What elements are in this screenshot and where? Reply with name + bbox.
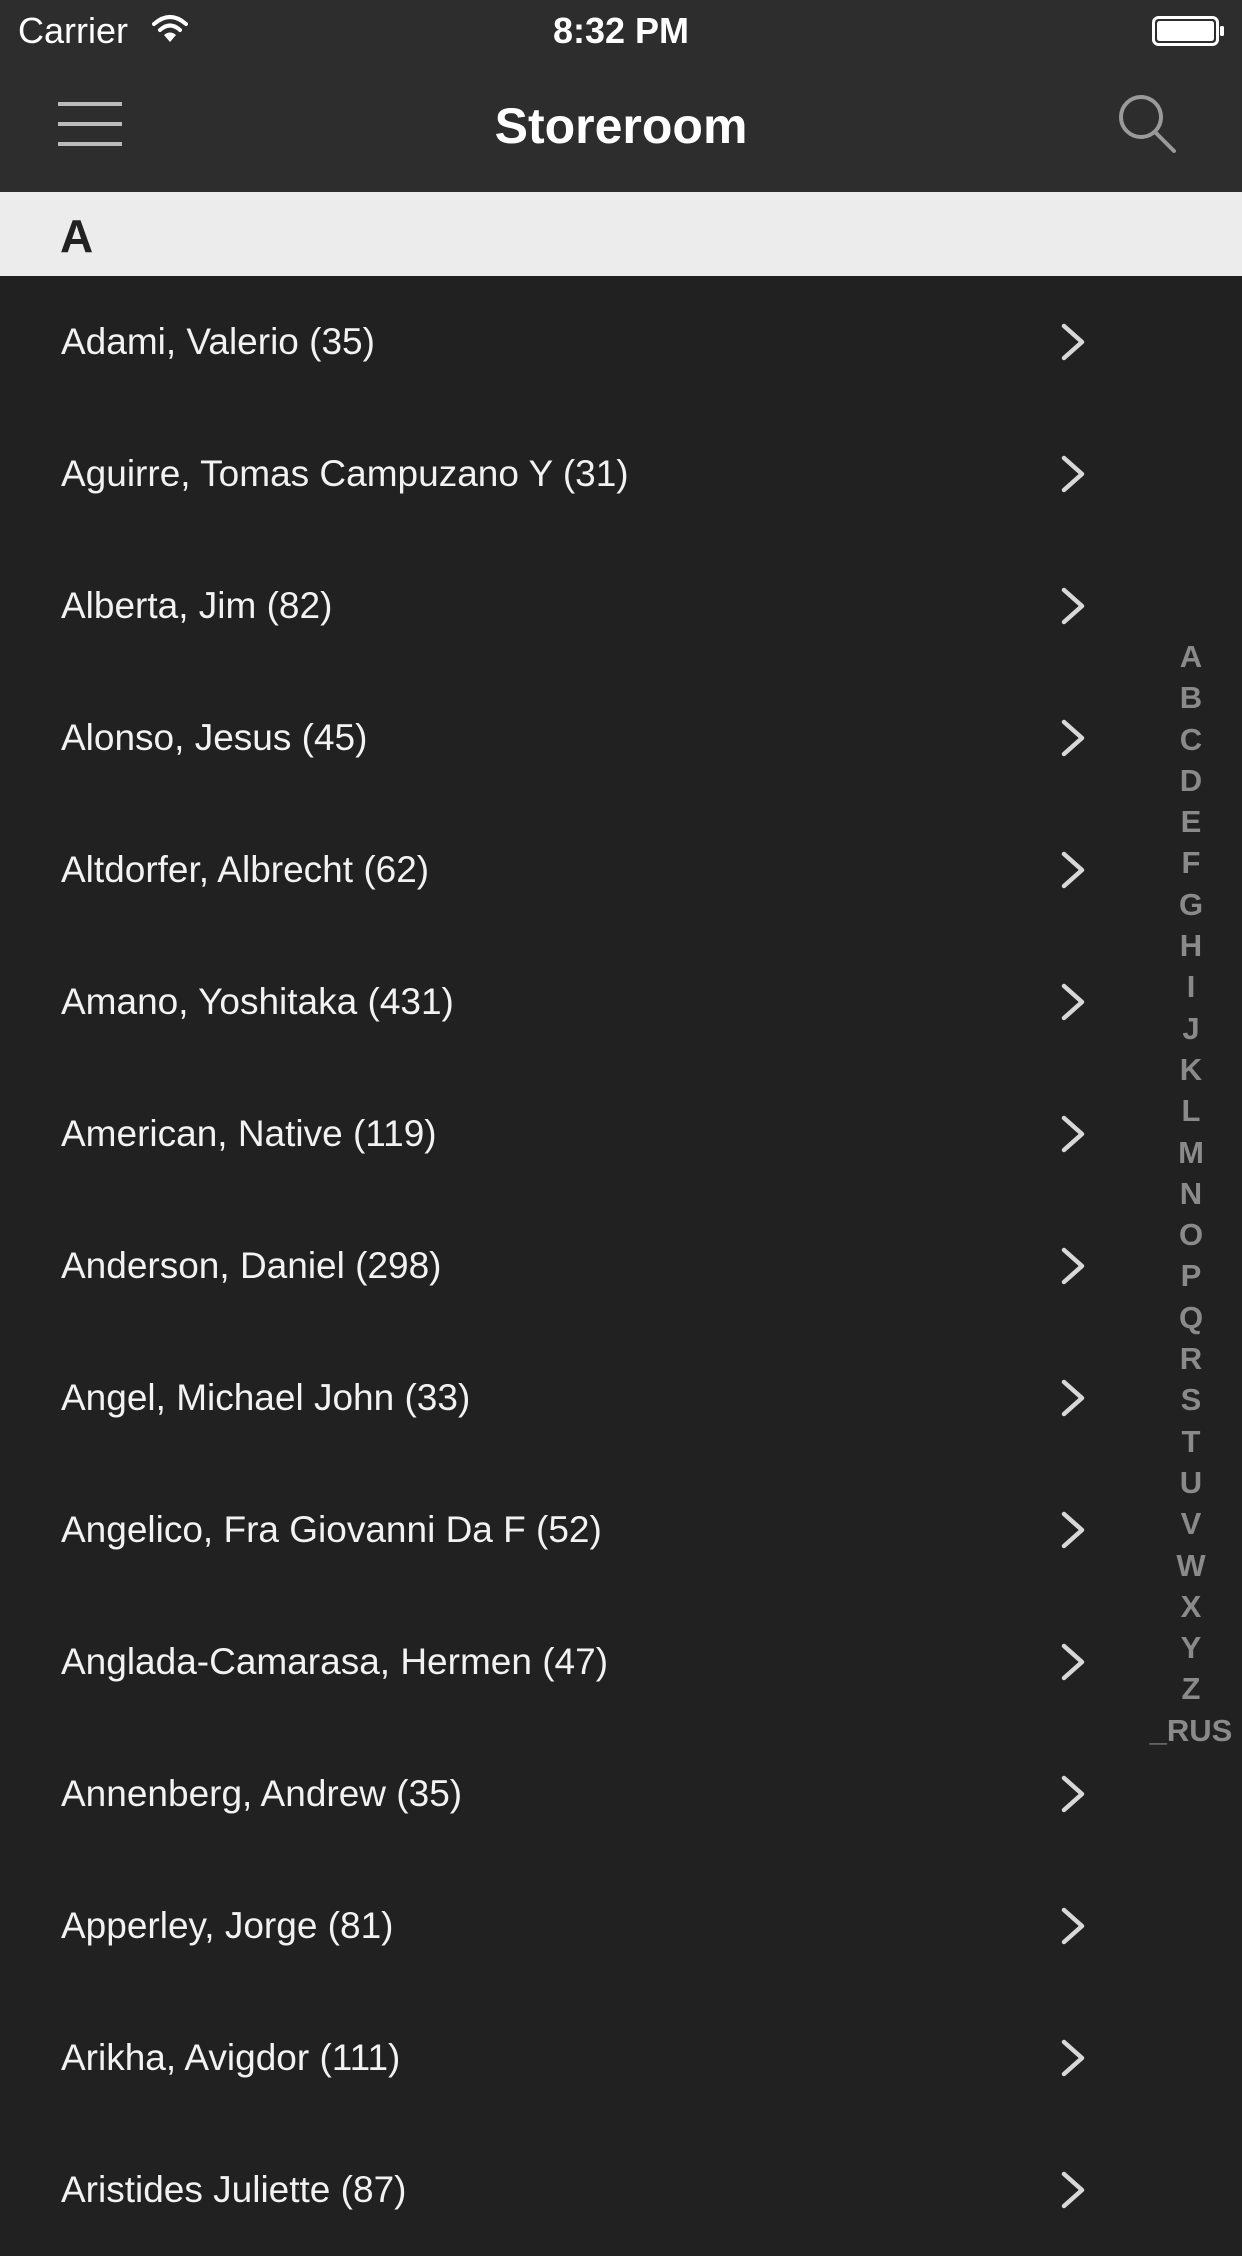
chevron-right-icon [1061,323,1085,361]
index-letter[interactable]: R [1140,1338,1242,1379]
index-letter[interactable]: W [1140,1545,1242,1586]
index-letter[interactable]: Y [1140,1627,1242,1668]
index-letter[interactable]: L [1140,1090,1242,1131]
list-item[interactable]: Alberta, Jim (82) [0,540,1242,672]
list-item[interactable]: Aguirre, Tomas Campuzano Y (31) [0,408,1242,540]
index-letter[interactable]: I [1140,966,1242,1007]
page-title: Storeroom [494,98,748,154]
status-time: 8:32 PM [552,10,690,51]
index-letter[interactable]: D [1140,760,1242,801]
index-letter[interactable]: P [1140,1255,1242,1296]
list-item-label: Annenberg, Andrew (35) [61,1773,463,1814]
index-letter[interactable]: T [1140,1421,1242,1462]
list-item-label: Angelico, Fra Giovanni Da F (52) [61,1509,602,1550]
list-item[interactable]: Anglada-Camarasa, Hermen (47) [0,1596,1242,1728]
chevron-right-icon [1061,983,1085,1021]
chevron-right-icon [1061,1379,1085,1417]
index-letter[interactable]: G [1140,884,1242,925]
list-item-label: Altdorfer, Albrecht (62) [61,849,430,890]
list-item-label: Alonso, Jesus (45) [61,717,368,758]
list-item-label: Arikha, Avigdor (111) [61,2037,401,2078]
list-item[interactable]: American, Native (119) [0,1068,1242,1200]
index-letter[interactable]: B [1140,677,1242,718]
list-item-label: Anglada-Camarasa, Hermen (47) [61,1641,609,1682]
index-letter[interactable]: F [1140,842,1242,883]
chevron-right-icon [1061,2171,1085,2209]
list-item-label: American, Native (119) [61,1113,437,1154]
index-letter[interactable]: X [1140,1586,1242,1627]
list-item-label: Amano, Yoshitaka (431) [61,981,454,1022]
chevron-right-icon [1061,2039,1085,2077]
index-letter[interactable]: H [1140,925,1242,966]
section-index[interactable]: A B C D E F G H I J K L M N O P Q R S T U V W X Y Z _RUS [1140,636,1242,1751]
list-item[interactable]: Amano, Yoshitaka (431) [0,936,1242,1068]
list-item-label: Anderson, Daniel (298) [61,1245,442,1286]
list-item[interactable]: Angelico, Fra Giovanni Da F (52) [0,1464,1242,1596]
list-item[interactable]: Alonso, Jesus (45) [0,672,1242,804]
list-item[interactable]: Annenberg, Andrew (35) [0,1728,1242,1860]
menu-icon[interactable] [58,98,122,150]
chevron-right-icon [1061,851,1085,889]
list-item-label: Alberta, Jim (82) [61,585,333,626]
navigation-bar: Storeroom [0,62,1242,192]
list-item[interactable]: Altdorfer, Albrecht (62) [0,804,1242,936]
list-item-label: Angel, Michael John (33) [61,1377,471,1418]
chevron-right-icon [1061,1907,1085,1945]
list-item[interactable]: Angel, Michael John (33) [0,1332,1242,1464]
chevron-right-icon [1061,719,1085,757]
index-letter[interactable]: C [1140,719,1242,760]
chevron-right-icon [1061,1247,1085,1285]
chevron-right-icon [1061,1643,1085,1681]
battery-icon [1152,16,1224,46]
list-item[interactable]: Apperley, Jorge (81) [0,1860,1242,1992]
index-letter[interactable]: U [1140,1462,1242,1503]
list-item-label: Aristides Juliette (87) [61,2169,407,2210]
index-letter[interactable]: _RUS [1140,1710,1242,1751]
list-item[interactable]: Arikha, Avigdor (111) [0,1992,1242,2124]
index-letter[interactable]: Q [1140,1297,1242,1338]
index-letter[interactable]: K [1140,1049,1242,1090]
artist-list: Adami, Valerio (35) Aguirre, Tomas Campuz… [0,276,1242,2256]
index-letter[interactable]: S [1140,1379,1242,1420]
index-letter[interactable]: J [1140,1008,1242,1049]
index-letter[interactable]: A [1140,636,1242,677]
chevron-right-icon [1061,587,1085,625]
index-letter[interactable]: N [1140,1173,1242,1214]
list-item[interactable]: Aristides Juliette (87) [0,2124,1242,2256]
section-header: A [0,192,1242,276]
chevron-right-icon [1061,455,1085,493]
section-letter: A [60,210,94,262]
list-item-label: Apperley, Jorge (81) [61,1905,394,1946]
index-letter[interactable]: V [1140,1503,1242,1544]
chevron-right-icon [1061,1511,1085,1549]
chevron-right-icon [1061,1775,1085,1813]
index-letter[interactable]: M [1140,1132,1242,1173]
list-item[interactable]: Anderson, Daniel (298) [0,1200,1242,1332]
list-item[interactable]: Adami, Valerio (35) [0,276,1242,408]
list-item-label: Adami, Valerio (35) [61,321,375,362]
index-letter[interactable]: Z [1140,1668,1242,1709]
list-item-label: Aguirre, Tomas Campuzano Y (31) [61,453,629,494]
index-letter[interactable]: O [1140,1214,1242,1255]
status-bar: Carrier 8:32 PM [0,0,1242,62]
index-letter[interactable]: E [1140,801,1242,842]
search-icon[interactable] [1116,92,1178,154]
chevron-right-icon [1061,1115,1085,1153]
